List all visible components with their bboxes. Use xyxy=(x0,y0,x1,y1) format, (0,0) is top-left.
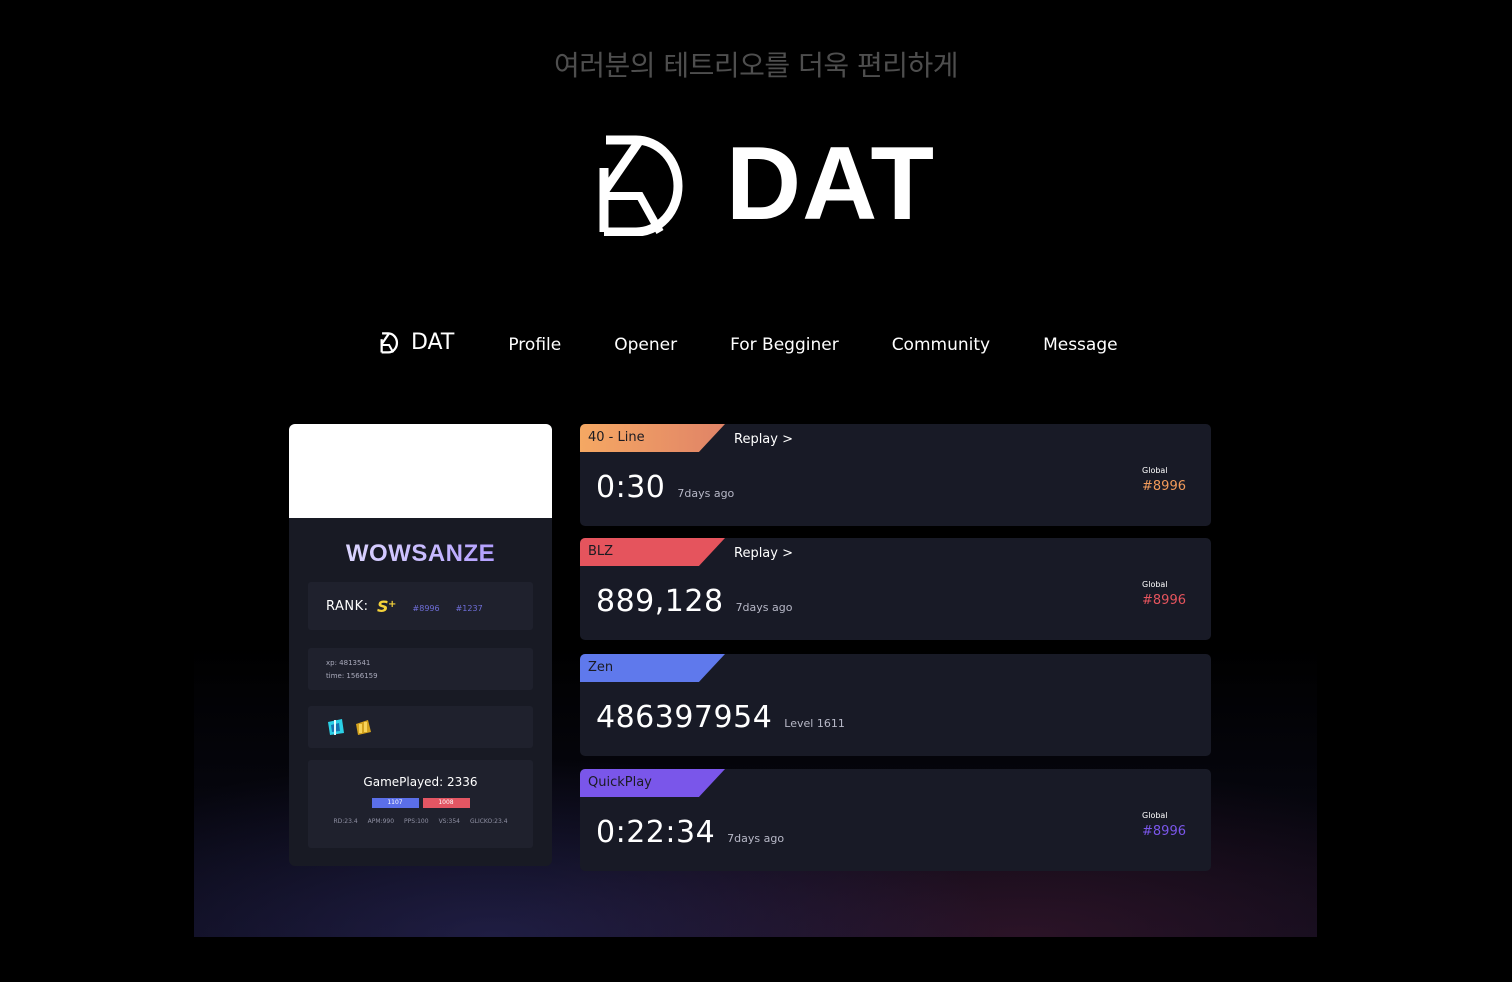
record-value: 0:22:34 7days ago xyxy=(596,815,785,850)
badge-blue-icon[interactable] xyxy=(326,718,346,736)
hero-title: DAT xyxy=(726,126,936,242)
mode-label: BLZ xyxy=(588,544,614,559)
record-value: 486397954 Level 1611 xyxy=(596,700,845,735)
nav-item-message[interactable]: Message xyxy=(1043,335,1118,355)
games-panel: GamePlayed: 2336 1107 1008 RD:23.4 APM:9… xyxy=(308,760,533,848)
tagline: 여러분의 테트리오를 더욱 편리하게 xyxy=(553,49,959,82)
rank-badge-icon: S + xyxy=(377,598,396,614)
replay-link[interactable]: Replay > xyxy=(734,546,793,561)
games-played: GamePlayed: 2336 xyxy=(363,775,478,789)
rank-panel: RANK: S + #8996 #1237 xyxy=(308,582,533,630)
stat-row: RD:23.4 APM:990 PPS:100 VS:354 GLICKO:23… xyxy=(308,818,533,825)
nav-item-opener[interactable]: Opener xyxy=(614,335,677,355)
dat-logo-icon xyxy=(380,332,399,354)
record-age: 7days ago xyxy=(727,832,785,845)
wins-count: 1107 xyxy=(371,798,419,808)
svg-text:+: + xyxy=(388,599,396,610)
record-age: 7days ago xyxy=(677,487,735,500)
badge-panel xyxy=(308,706,533,748)
record-40-line: 40 - Line Replay > 0:30 7days ago Global … xyxy=(580,424,1211,526)
mode-label: Zen xyxy=(588,660,614,675)
local-rank: #1237 xyxy=(455,604,483,613)
nav-brand[interactable]: DAT xyxy=(380,330,454,355)
hero: DAT xyxy=(596,128,935,240)
record-value: 0:30 7days ago xyxy=(596,470,735,505)
top-nav: DAT Profile Opener For Begginer Communit… xyxy=(380,330,1171,355)
stat-vs: VS:354 xyxy=(438,818,460,825)
mode-label: 40 - Line xyxy=(588,430,645,445)
record-level: Level 1611 xyxy=(784,717,845,730)
nav-item-profile[interactable]: Profile xyxy=(508,335,561,355)
time-value: time: 1566159 xyxy=(326,672,378,680)
global-rank: Global #8996 xyxy=(1142,466,1186,494)
profile-card: WOWSANZE RANK: S + #8996 #1237 xp: 48135… xyxy=(289,424,552,866)
win-loss-bar: 1107 1008 xyxy=(308,798,533,808)
record-blitz: BLZ Replay > 889,128 7days ago Global #89… xyxy=(580,538,1211,640)
record-age: 7days ago xyxy=(735,601,793,614)
dat-logo-icon xyxy=(599,135,683,236)
profile-banner xyxy=(289,424,552,518)
svg-text:S: S xyxy=(377,598,389,614)
xp-panel: xp: 4813541 time: 1566159 xyxy=(308,648,533,690)
rank-label: RANK: xyxy=(326,598,369,614)
record-zen: Zen 486397954 Level 1611 xyxy=(580,654,1211,756)
stat-glicko: GLICKO:23.4 xyxy=(469,818,508,825)
stat-pps: PPS:100 xyxy=(404,818,429,825)
record-value: 889,128 7days ago xyxy=(596,584,793,619)
stat-apm: APM:990 xyxy=(367,818,395,825)
global-rank: Global #8996 xyxy=(1142,811,1186,839)
nav-item-for-begginer[interactable]: For Begginer xyxy=(730,335,839,355)
replay-link[interactable]: Replay > xyxy=(734,432,793,447)
record-quickplay: QuickPlay 0:22:34 7days ago Global #8996 xyxy=(580,769,1211,871)
xp-value: xp: 4813541 xyxy=(326,659,371,667)
nav-item-community[interactable]: Community xyxy=(892,335,990,355)
nav-brand-label: DAT xyxy=(411,330,455,355)
global-rank: #8996 xyxy=(412,604,440,613)
stat-rd: RD:23.4 xyxy=(333,818,358,825)
badge-gold-icon[interactable] xyxy=(353,718,373,736)
global-rank: Global #8996 xyxy=(1142,580,1186,608)
mode-label: QuickPlay xyxy=(588,775,652,790)
losses-count: 1008 xyxy=(422,798,470,808)
app-preview: DAT Profile Opener For Begginer Communit… xyxy=(194,290,1317,937)
username: WOWSANZE xyxy=(289,540,552,568)
